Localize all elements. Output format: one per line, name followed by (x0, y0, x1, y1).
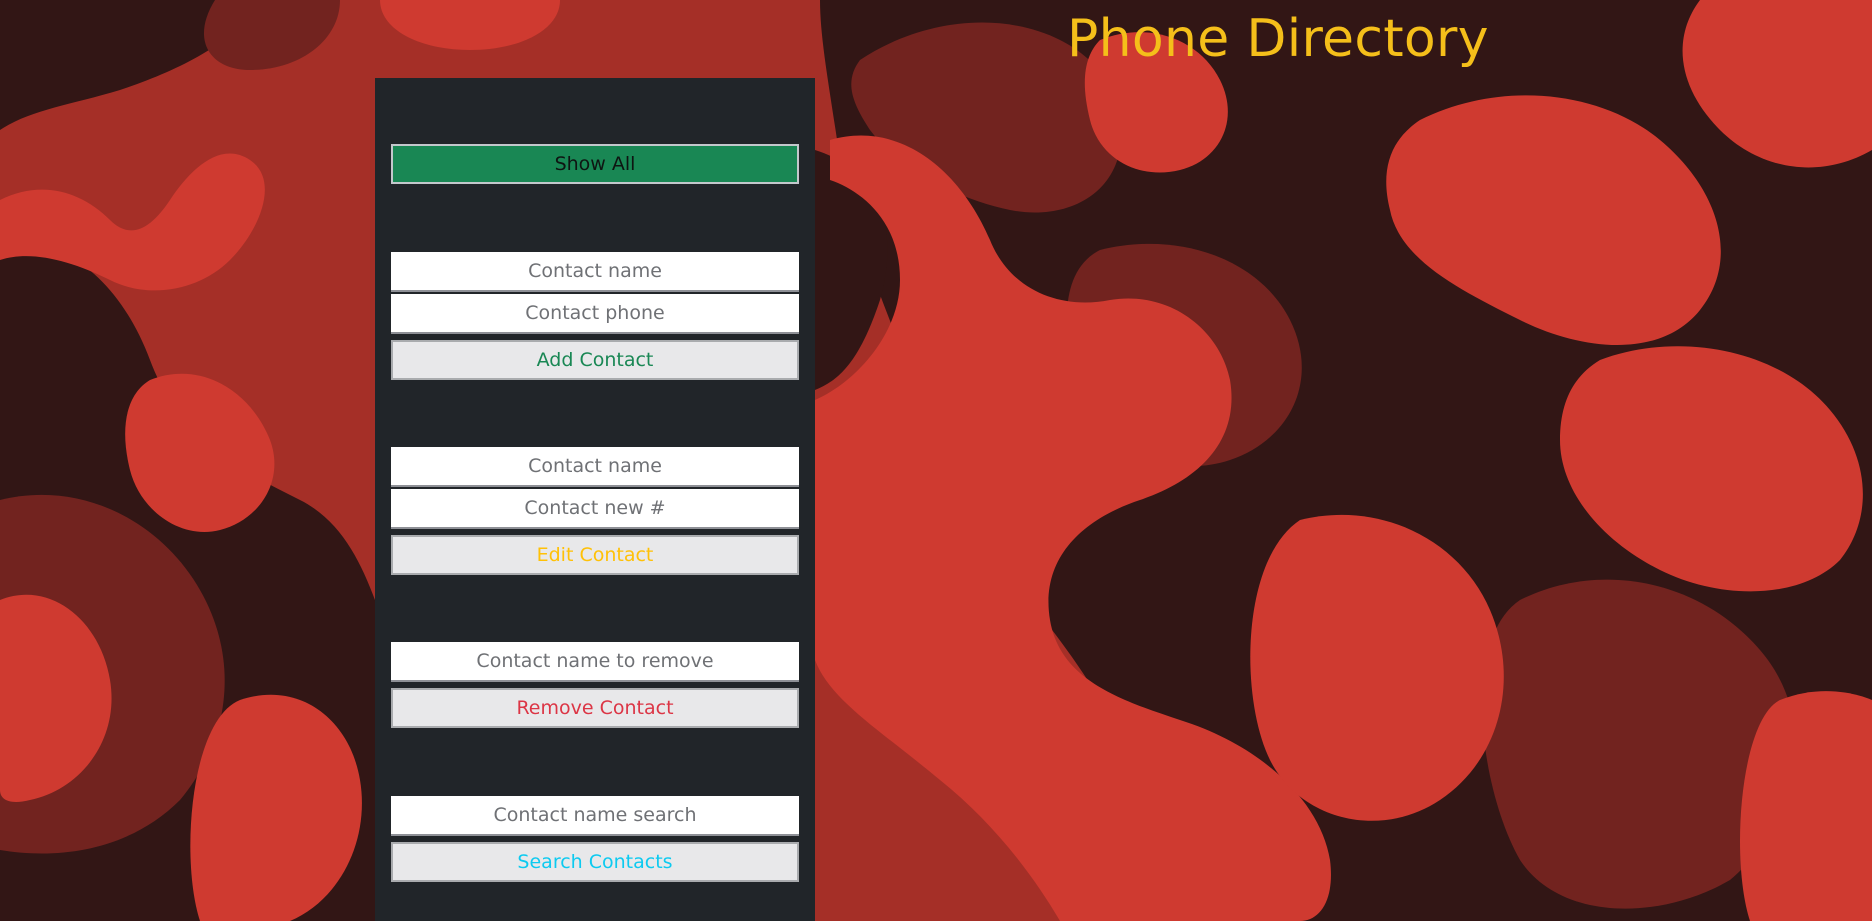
page-root: Phone Directory Show All Add Contact Edi… (0, 0, 1872, 921)
remove-contact-name-input[interactable] (391, 642, 799, 682)
remove-contact-button[interactable]: Remove Contact (391, 688, 799, 728)
search-contact-name-input[interactable] (391, 796, 799, 836)
edit-contact-new-number-input[interactable] (391, 489, 799, 529)
edit-contact-name-input[interactable] (391, 447, 799, 487)
add-contact-phone-input[interactable] (391, 294, 799, 334)
search-contacts-button[interactable]: Search Contacts (391, 842, 799, 882)
contact-controls-panel: Show All Add Contact Edit Contact Remove… (375, 78, 815, 921)
add-contact-button[interactable]: Add Contact (391, 340, 799, 380)
add-contact-name-input[interactable] (391, 252, 799, 292)
edit-contact-button[interactable]: Edit Contact (391, 535, 799, 575)
camo-background (0, 0, 1872, 921)
page-title: Phone Directory (1067, 9, 1489, 69)
show-all-button[interactable]: Show All (391, 144, 799, 184)
